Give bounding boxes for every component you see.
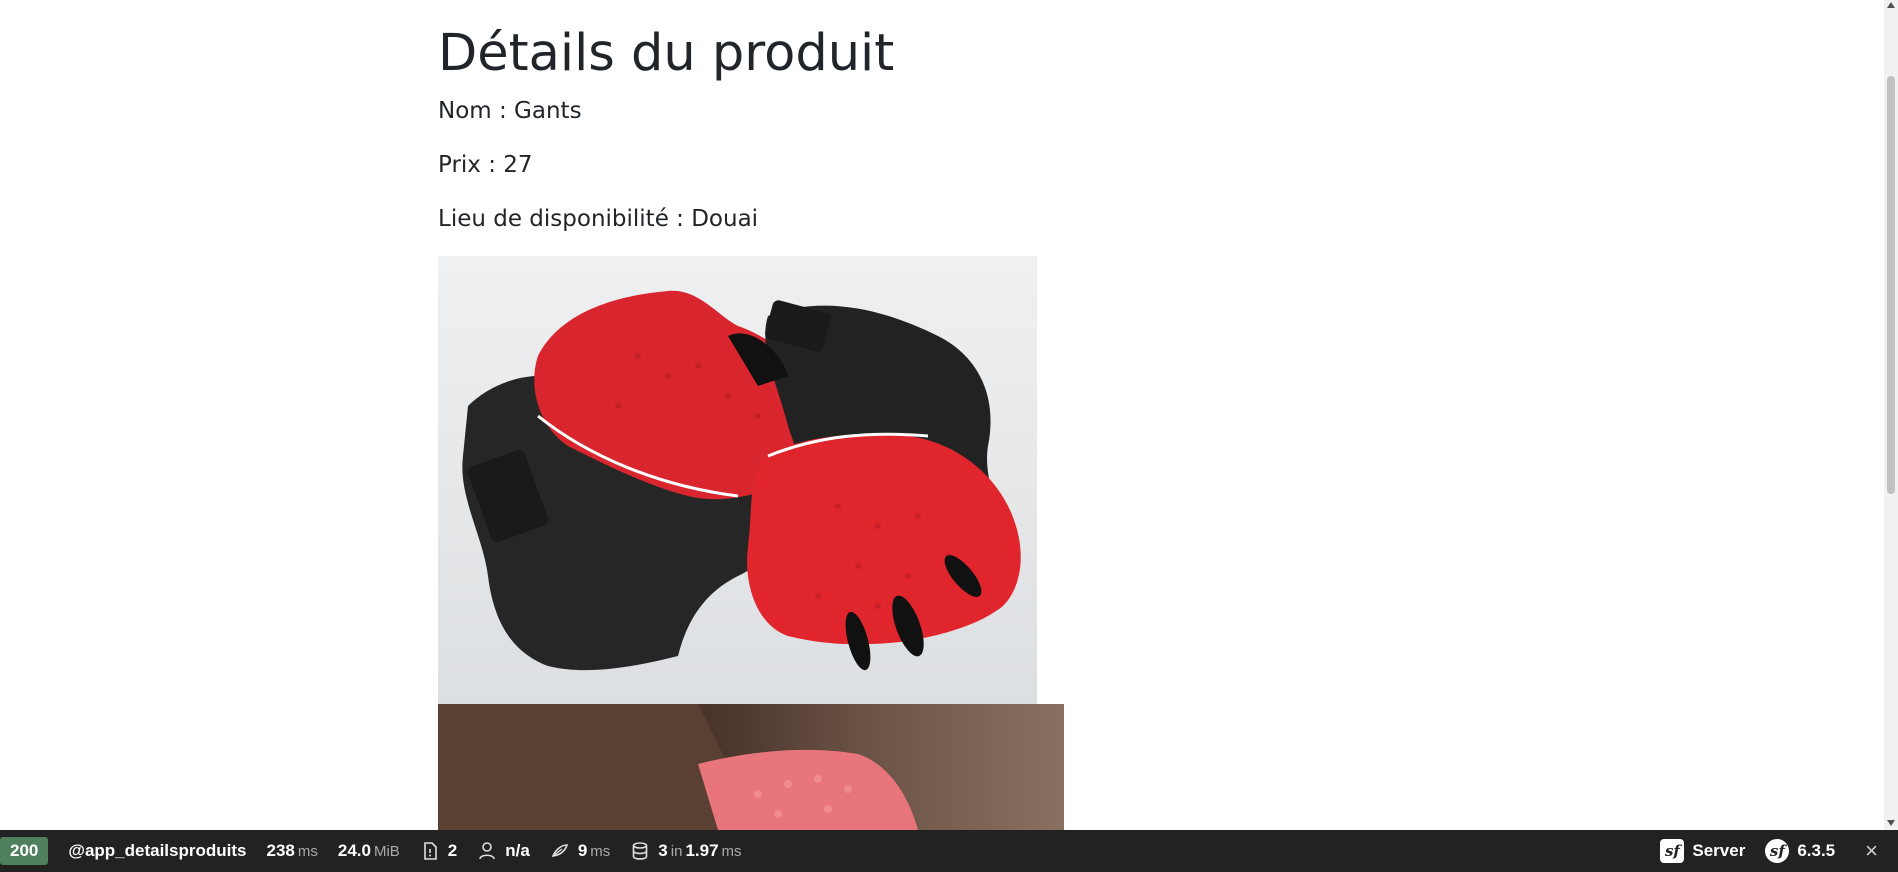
user-icon (479, 842, 496, 860)
logs-panel[interactable]: 2 (410, 830, 467, 872)
status-badge: 200 (0, 837, 49, 865)
product-image-hand (438, 704, 1064, 830)
user-value: n/a (505, 841, 530, 860)
scroll-thumb[interactable] (1887, 76, 1895, 494)
route-panel[interactable]: @app_detailsproduits (58, 830, 256, 872)
product-name: Nom : Gants (438, 98, 582, 124)
memory-value: 24.0 (337, 841, 371, 860)
db-unit: ms (721, 842, 742, 860)
time-panel[interactable]: 238 ms (256, 830, 327, 872)
version-panel[interactable]: sf 6.3.5 (1755, 830, 1845, 872)
log-file-icon (423, 842, 437, 860)
security-panel[interactable]: n/a (467, 830, 540, 872)
server-label: Server (1692, 841, 1746, 860)
debug-toolbar: 200 @app_detailsproduits 238 ms 24.0 MiB… (0, 830, 1898, 872)
time-unit: ms (297, 842, 318, 860)
symfony-version-icon: sf (1765, 839, 1790, 863)
logs-count: 2 (447, 841, 458, 860)
route-name: @app_detailsproduits (68, 841, 247, 860)
twig-panel[interactable]: 9 ms (540, 830, 620, 872)
scroll-down-icon[interactable] (1887, 820, 1895, 826)
product-location: Lieu de disponibilité : Douai (438, 206, 759, 232)
db-panel[interactable]: 3 in 1.97 ms (620, 830, 751, 872)
hand-illustration (438, 704, 918, 830)
time-value: 238 (266, 841, 295, 860)
database-icon (632, 842, 648, 860)
page-title: Détails du produit (438, 24, 895, 83)
close-toolbar-button[interactable]: × (1845, 830, 1898, 872)
page-scrollbar[interactable] (1884, 0, 1898, 830)
status-panel[interactable]: 200 (0, 830, 58, 872)
version-value: 6.3.5 (1797, 841, 1836, 860)
twig-unit: ms (590, 842, 611, 860)
db-in: in (670, 842, 683, 860)
product-price: Prix : 27 (438, 152, 533, 178)
close-icon: × (1865, 838, 1878, 863)
server-panel[interactable]: sf Server (1650, 830, 1755, 872)
product-image-gloves (438, 256, 1037, 704)
db-time: 1.97 (685, 841, 719, 860)
memory-panel[interactable]: 24.0 MiB (328, 830, 410, 872)
gloves-illustration (462, 290, 1021, 671)
symfony-logo-icon: sf (1660, 839, 1685, 863)
db-queries: 3 (658, 841, 668, 860)
twig-value: 9 (577, 841, 588, 860)
twig-leaf-icon (551, 844, 568, 857)
scroll-up-icon[interactable] (1887, 2, 1895, 8)
memory-unit: MiB (373, 842, 400, 860)
